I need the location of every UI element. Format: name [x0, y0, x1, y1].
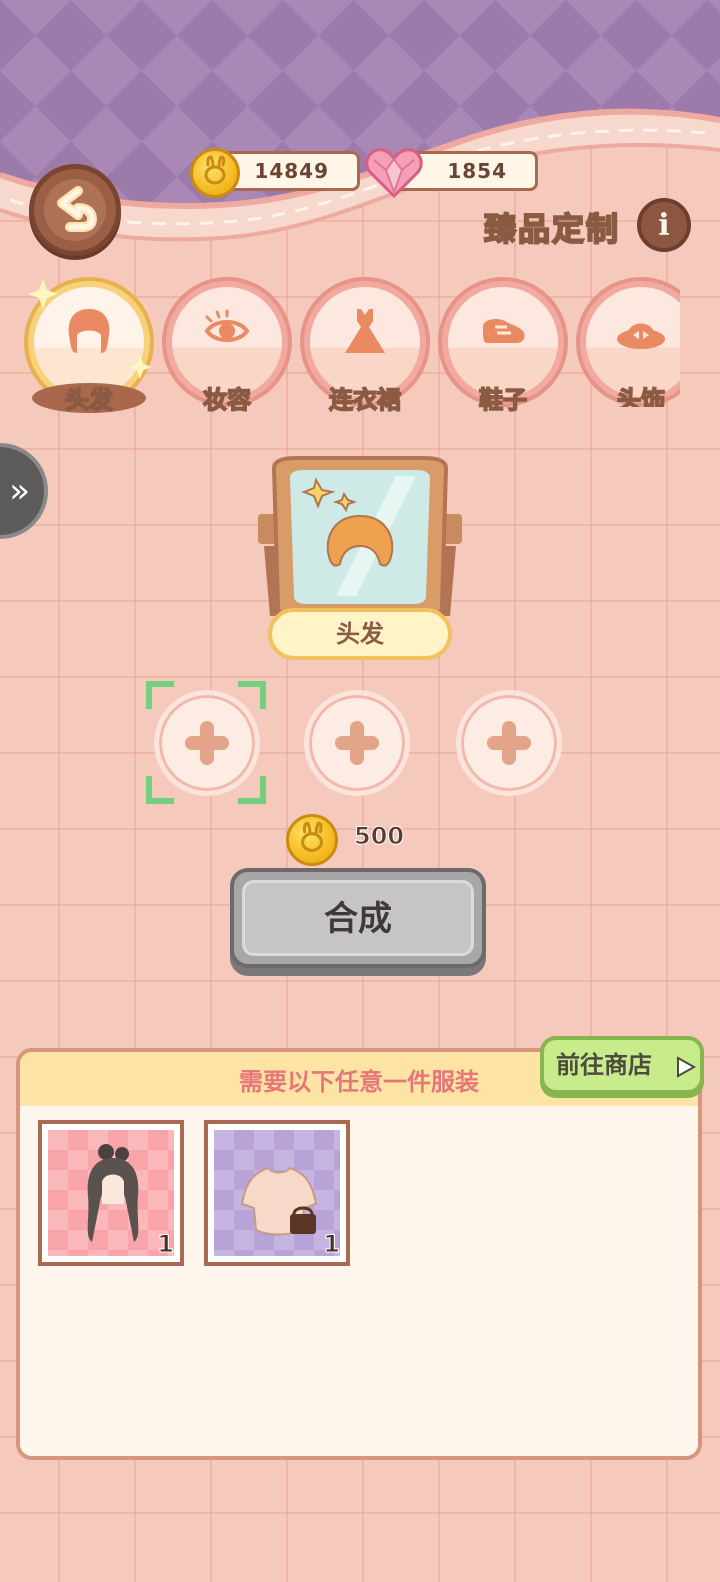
tab-dress-label: 连衣裙: [328, 385, 402, 415]
coin-amount: 14849: [254, 159, 329, 183]
go-to-shop-label: 前往商店: [556, 1051, 652, 1079]
info-icon: i: [658, 207, 670, 243]
mirror-icon: [258, 456, 462, 620]
sparkle-icon: [28, 279, 58, 309]
item-count: 1: [323, 1230, 341, 1259]
mirror-category-label: 头发: [268, 608, 452, 660]
tab-makeup[interactable]: 妆容: [162, 277, 292, 415]
tab-hair[interactable]: 头发: [24, 277, 154, 415]
back-arrow-icon: [57, 186, 97, 232]
hair-icon: [68, 309, 110, 353]
clothing-item-card[interactable]: 1: [38, 1120, 184, 1266]
plus-icon: [185, 721, 229, 765]
go-to-shop-button[interactable]: 前往商店: [540, 1036, 704, 1094]
plus-icon: [335, 721, 379, 765]
dress-icon: [345, 309, 385, 353]
item-count: 1: [157, 1230, 175, 1259]
material-slot-1[interactable]: [154, 690, 260, 796]
tab-makeup-label: 妆容: [202, 385, 252, 415]
tab-shoes[interactable]: 鞋子: [438, 277, 568, 415]
heart-gem-icon: [365, 148, 423, 199]
back-button[interactable]: [29, 164, 121, 256]
long-hair-icon: [87, 1144, 139, 1242]
page-title: 臻品定制: [483, 209, 621, 249]
coin-icon: [286, 814, 338, 866]
sparkle-icon: [128, 355, 152, 379]
info-button[interactable]: i: [637, 198, 691, 252]
tab-headwear-label: 头饰: [616, 385, 666, 407]
hat-icon: [617, 323, 665, 349]
side-panel-toggle[interactable]: »: [0, 443, 48, 539]
tab-headwear[interactable]: 头饰: [576, 277, 680, 407]
play-arrow-icon: [677, 1056, 696, 1078]
heart-amount: 1854: [447, 159, 507, 183]
clothing-item-card[interactable]: 1: [204, 1120, 350, 1266]
top-with-bag-icon: [240, 1166, 318, 1236]
shoe-icon: [483, 319, 525, 343]
synthesize-button[interactable]: 合成: [230, 868, 486, 968]
material-slot-2[interactable]: [304, 690, 410, 796]
eye-icon: [204, 309, 250, 342]
tab-hair-label: 头发: [64, 385, 114, 415]
synthesis-cost: 500: [353, 822, 405, 851]
tab-shoes-label: 鞋子: [478, 385, 528, 415]
material-slot-3[interactable]: [456, 690, 562, 796]
chevron-right-icon: »: [9, 471, 30, 511]
synthesize-label: 合成: [242, 880, 474, 956]
plus-icon: [487, 721, 531, 765]
tab-dress[interactable]: 连衣裙: [300, 277, 430, 415]
coin-icon: [190, 148, 240, 198]
